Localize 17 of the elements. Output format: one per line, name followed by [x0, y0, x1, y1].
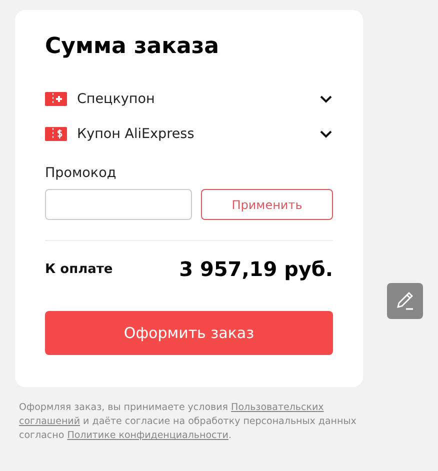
coupon-label: Спецкупон: [77, 90, 156, 106]
checkout-button[interactable]: Оформить заказ: [45, 311, 333, 355]
pencil-icon: [394, 290, 416, 312]
apply-button[interactable]: Применить: [201, 189, 333, 220]
promo-label: Промокод: [45, 165, 116, 181]
coupon-plus-icon: [45, 92, 67, 106]
promo-code-field[interactable]: [45, 189, 192, 220]
coupon-label: Купон AliExpress: [77, 126, 196, 142]
legal-link[interactable]: Пользовательских: [231, 402, 324, 413]
legal-link[interactable]: соглашений: [19, 416, 80, 427]
total-amount: 3 957,19 руб.: [179, 257, 333, 281]
coupon-dollar-icon: [45, 126, 67, 140]
legal-text: Оформляя заказ, вы принимаете условия Пользовательских соглашений и даёте согласие на обработку персональных данных согласно Политике конфиденциальности.: [19, 401, 358, 443]
total-label: К оплате: [45, 262, 113, 276]
edit-button[interactable]: [387, 283, 423, 319]
card-title: Сумма заказа: [45, 34, 219, 59]
legal-link[interactable]: Политике конфиденциальности: [67, 430, 228, 441]
